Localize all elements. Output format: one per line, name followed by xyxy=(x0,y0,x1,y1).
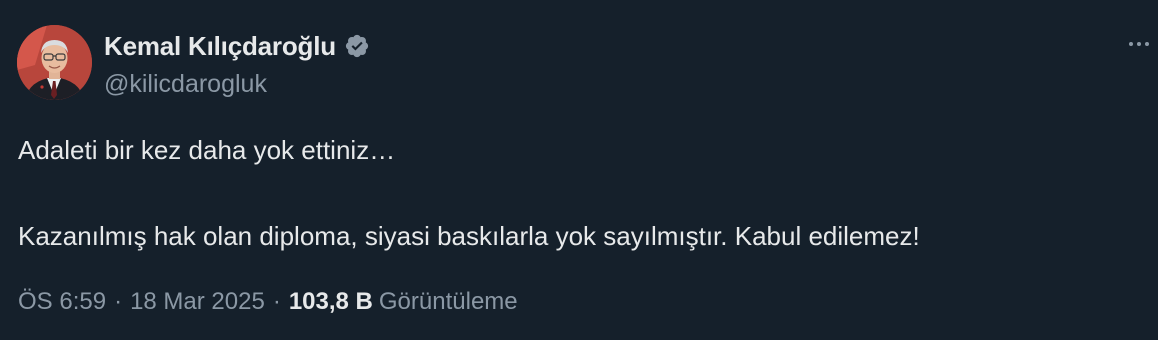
author-name-row: Kemal Kılıçdaroğlu xyxy=(104,30,370,62)
meta-separator: · xyxy=(114,288,123,315)
tweet-card: Kemal Kılıçdaroğlu @kilicdarogluk Adalet… xyxy=(0,0,1158,340)
tweet-time[interactable]: ÖS 6:59 xyxy=(18,288,106,316)
meta-separator: · xyxy=(272,288,281,315)
author-block: Kemal Kılıçdaroğlu @kilicdarogluk xyxy=(104,30,370,99)
tweet-text-line-1: Adaleti bir kez daha yok ettiniz… xyxy=(18,135,396,165)
more-dot-icon xyxy=(1129,42,1133,46)
tweet-date[interactable]: 18 Mar 2025 xyxy=(130,288,265,316)
verified-badge-icon[interactable] xyxy=(344,33,370,59)
avatar-image xyxy=(17,25,92,100)
more-dot-icon xyxy=(1145,42,1149,46)
views-label[interactable]: Görüntüleme xyxy=(379,288,518,316)
author-handle[interactable]: @kilicdarogluk xyxy=(104,70,370,99)
more-options-button[interactable] xyxy=(1122,34,1156,54)
views-count[interactable]: 103,8 B xyxy=(289,288,373,316)
tweet-meta: ÖS 6:59 · 18 Mar 2025 · 103,8 B Görüntül… xyxy=(18,288,518,316)
tweet-text-line-2: Kazanılmış hak olan diploma, siyasi bask… xyxy=(18,221,920,251)
author-display-name[interactable]: Kemal Kılıçdaroğlu xyxy=(104,31,336,62)
avatar[interactable] xyxy=(17,25,92,100)
more-dot-icon xyxy=(1137,42,1141,46)
